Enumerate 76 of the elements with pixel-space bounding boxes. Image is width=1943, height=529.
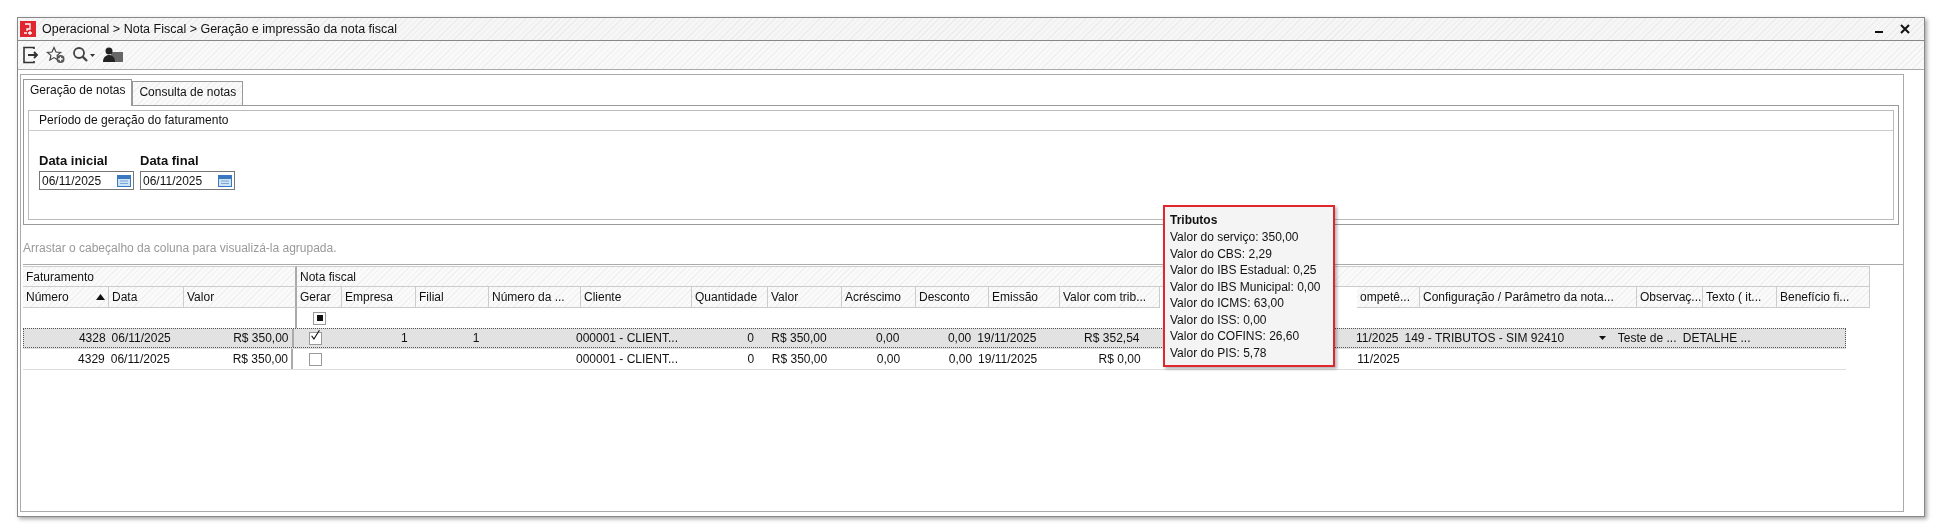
- table-cell: 0: [747, 331, 754, 345]
- table-cell: R$ 350,00: [233, 331, 289, 345]
- column-header[interactable]: Benefício fi...: [1777, 287, 1870, 308]
- column-header[interactable]: Valor: [768, 287, 842, 308]
- tooltip-line: Valor do ICMS: 63,00: [1170, 295, 1285, 312]
- table-cell: 0,00: [947, 331, 972, 345]
- table-cell: 1: [400, 331, 408, 345]
- table-cell: 06/11/2025: [110, 352, 170, 366]
- column-header[interactable]: Valor com trib...: [1060, 287, 1160, 308]
- table-cell: DETALHE ...: [1682, 331, 1751, 345]
- filter-checkbox[interactable]: [313, 311, 326, 325]
- row-checkbox[interactable]: [309, 331, 323, 345]
- table-cell: 11/2025: [1356, 331, 1399, 345]
- calendar-icon[interactable]: [117, 174, 131, 187]
- column-header[interactable]: Número da ...: [489, 287, 581, 308]
- tooltip-line: Valor do IBS Estadual: 0,25: [1170, 262, 1318, 279]
- group-hint: Arrastar o cabeçalho da coluna para visualizá-la agrupada.: [23, 241, 337, 257]
- field-label: Data final: [140, 153, 200, 168]
- table-cell: R$ 350,00: [771, 331, 827, 345]
- app-logo-icon: [20, 21, 36, 37]
- date-field[interactable]: 06/11/2025: [140, 171, 235, 190]
- table-cell: 000001 - CLIENT...: [575, 352, 679, 366]
- exit-icon[interactable]: [22, 46, 40, 64]
- table-cell: 06/11/2025: [111, 331, 171, 345]
- column-header[interactable]: Filial: [416, 287, 489, 308]
- tooltip-line: Valor do serviço: 350,00: [1170, 229, 1300, 246]
- column-header[interactable]: Quantidade: [692, 287, 768, 308]
- tooltip-line: Valor do IBS Municipal: 0,00: [1170, 278, 1322, 295]
- user-card-icon[interactable]: [102, 46, 124, 64]
- column-header[interactable]: Emissão: [989, 287, 1060, 308]
- column-header[interactable]: Valor: [184, 287, 297, 308]
- column-header[interactable]: Empresa: [342, 287, 416, 308]
- table-cell: 0,00: [948, 352, 973, 366]
- table-cell: 19/11/2025: [978, 352, 1038, 366]
- close-icon[interactable]: [1900, 24, 1910, 34]
- section-title: Período de geração do faturamento: [29, 111, 1893, 131]
- column-header[interactable]: Configuração / Parâmetro da nota...: [1420, 287, 1637, 308]
- tooltip-title: Tributos: [1170, 213, 1219, 227]
- column-header[interactable]: Acréscimo: [842, 287, 916, 308]
- column-header[interactable]: Gerar: [297, 287, 342, 308]
- column-header[interactable]: ompetê...: [1357, 287, 1420, 308]
- table-cell: 149 - TRIBUTOS - SIM 92410: [1404, 331, 1565, 345]
- tooltip-line: Valor do CBS: 2,29: [1170, 245, 1273, 262]
- star-add-icon[interactable]: [46, 46, 66, 64]
- table-cell: R$ 350,00: [771, 352, 828, 366]
- column-header[interactable]: Observaç...: [1637, 287, 1703, 308]
- calendar-icon[interactable]: [218, 174, 232, 187]
- table-cell: R$ 352,54: [1084, 331, 1140, 345]
- column-header[interactable]: Número: [23, 287, 109, 308]
- column-group-header: Faturamento: [23, 266, 297, 287]
- table-cell: R$ 350,00: [232, 352, 289, 366]
- search-icon[interactable]: [72, 46, 96, 64]
- tooltip-line: Valor do COFINS: 26,60: [1170, 328, 1301, 345]
- column-header[interactable]: Data: [109, 287, 184, 308]
- window-title: Operacional > Nota Fiscal > Geração e impressão da nota fiscal: [42, 22, 398, 36]
- tab[interactable]: Consulta de notas: [132, 81, 244, 105]
- tooltip-line: Valor do ISS: 0,00: [1170, 311, 1268, 328]
- table-cell: 19/11/2025: [977, 331, 1037, 345]
- field-label: Data inicial: [39, 153, 109, 168]
- table-cell: 0: [747, 352, 755, 366]
- date-field[interactable]: 06/11/2025: [39, 171, 134, 190]
- tab[interactable]: Geração de notas: [23, 79, 133, 106]
- column-header[interactable]: Desconto: [916, 287, 989, 308]
- row-checkbox[interactable]: [308, 352, 322, 366]
- table-cell: 11/2025: [1357, 352, 1400, 366]
- table-cell: 000001 - CLIENT...: [575, 331, 678, 345]
- column-header[interactable]: Texto ( it...: [1703, 287, 1777, 308]
- table-cell: R$ 0,00: [1098, 352, 1141, 366]
- table-cell: 0,00: [876, 331, 900, 345]
- column-header[interactable]: Cliente: [581, 287, 692, 308]
- table-cell: Teste de ...: [1617, 331, 1677, 345]
- table-cell: 4329: [78, 352, 105, 366]
- table-cell: 0,00: [876, 352, 901, 366]
- table-cell: 4328: [78, 331, 106, 345]
- table-cell: 1: [472, 331, 480, 345]
- dropdown-caret-icon[interactable]: [1598, 336, 1606, 340]
